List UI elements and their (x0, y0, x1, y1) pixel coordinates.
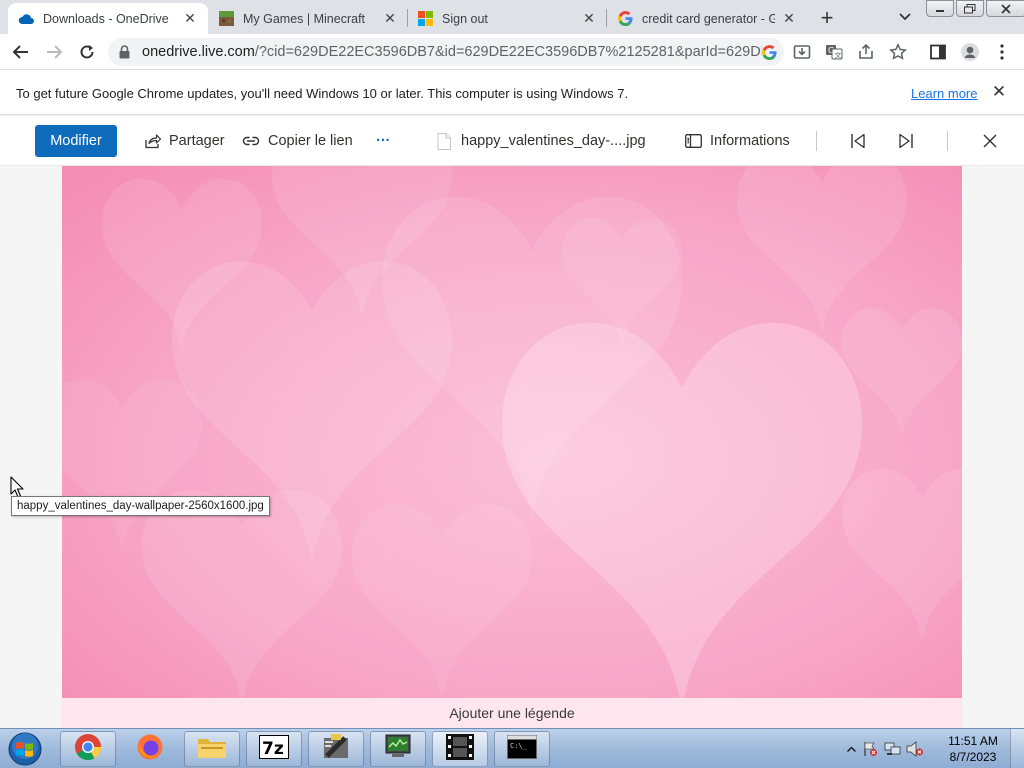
tab-strip: Downloads - OneDrive ✕ My Games | Minecr… (0, 0, 1024, 34)
infobar-message: To get future Google Chrome updates, you… (16, 86, 629, 101)
close-viewer-icon[interactable] (980, 131, 1000, 151)
google-lens-g-icon[interactable] (760, 43, 778, 61)
learn-more-link[interactable]: Learn more (911, 86, 977, 101)
side-panel-icon[interactable] (928, 42, 948, 62)
monitor-app-icon (382, 733, 414, 766)
tool-app-icon (321, 732, 351, 767)
tab-search-chevron-icon[interactable] (894, 6, 916, 28)
url-path: /?cid=629DE22EC3596DB7&id=629DE22EC3596D… (254, 44, 762, 60)
new-tab-button[interactable]: + (814, 5, 840, 30)
windows-taskbar: 7z C:\_ 11:51 AM 8/7/2023 (0, 728, 1024, 768)
video-app-icon (445, 733, 475, 766)
previous-item-icon[interactable] (848, 131, 868, 151)
minecraft-icon (218, 11, 234, 27)
share-label: Partager (169, 133, 225, 149)
tab-onedrive[interactable]: Downloads - OneDrive ✕ (8, 3, 208, 34)
cmd-icon: C:\_ (507, 734, 537, 764)
taskbar-clock[interactable]: 11:51 AM 8/7/2023 (940, 733, 1006, 765)
tab-label: Downloads - OneDrive (43, 11, 169, 26)
tab-close-icon[interactable]: ✕ (781, 10, 797, 27)
edit-button[interactable]: Modifier (35, 125, 117, 157)
copy-link-button[interactable]: Copier le lien (242, 131, 353, 151)
profile-avatar-icon[interactable] (960, 42, 980, 62)
update-infobar: To get future Google Chrome updates, you… (0, 71, 1024, 115)
tab-close-icon[interactable]: ✕ (581, 10, 597, 27)
taskbar-file-explorer[interactable] (184, 731, 240, 767)
svg-text:文: 文 (835, 51, 842, 60)
taskbar-cmd[interactable]: C:\_ (494, 731, 550, 767)
tab-label: My Games | Minecraft (243, 11, 366, 26)
reload-button[interactable] (75, 40, 99, 64)
7zip-icon: 7z (259, 734, 289, 764)
screen: Downloads - OneDrive ✕ My Games | Minecr… (0, 0, 1024, 768)
divider (947, 131, 948, 151)
onedrive-cloud-icon (18, 11, 34, 27)
more-options-button[interactable]: ··· (376, 131, 391, 151)
network-icon[interactable] (882, 741, 904, 757)
taskbar-firefox[interactable] (122, 731, 178, 767)
image-file-icon (435, 132, 453, 150)
info-button[interactable]: Informations (684, 131, 790, 151)
tab-minecraft[interactable]: My Games | Minecraft ✕ (208, 3, 408, 34)
taskbar-tool-app[interactable] (308, 731, 364, 767)
info-panel-icon (684, 132, 702, 150)
divider (816, 131, 817, 151)
share-icon[interactable] (856, 42, 876, 62)
clock-date: 8/7/2023 (949, 750, 997, 764)
tab-label: credit card generator - Go (642, 11, 775, 26)
action-center-flag-icon[interactable] (858, 741, 882, 757)
taskbar-chrome[interactable] (60, 731, 116, 767)
svg-text:C:\_: C:\_ (510, 742, 528, 750)
taskbar-7zip[interactable]: 7z (246, 731, 302, 767)
add-caption-field[interactable]: Ajouter une légende (62, 698, 962, 728)
chrome-menu-kebab-icon[interactable] (992, 42, 1012, 62)
url-text[interactable]: onedrive.live.com/?cid=629DE22EC3596DB7&… (142, 44, 762, 60)
microsoft-logo-icon (417, 11, 433, 27)
browser-toolbar: onedrive.live.com/?cid=629DE22EC3596DB7&… (0, 34, 1024, 70)
url-host: onedrive.live.com (142, 44, 255, 60)
back-button[interactable] (9, 40, 33, 64)
infobar-close-icon[interactable]: ✕ (990, 82, 1008, 101)
valentine-photo (62, 166, 962, 698)
file-name-label: happy_valentines_day-....jpg (461, 133, 646, 149)
lock-icon[interactable] (119, 45, 130, 64)
copy-link-label: Copier le lien (268, 133, 353, 149)
show-desktop-button[interactable] (1010, 729, 1024, 768)
tab-close-icon[interactable]: ✕ (182, 10, 198, 27)
start-button[interactable] (4, 730, 46, 768)
firefox-icon (136, 733, 164, 766)
install-download-icon[interactable] (792, 42, 812, 62)
show-hidden-icons-icon[interactable] (844, 746, 858, 752)
file-explorer-icon (197, 734, 227, 765)
clock-time: 11:51 AM (948, 734, 998, 748)
info-label: Informations (710, 133, 790, 149)
address-bar[interactable]: onedrive.live.com/?cid=629DE22EC3596DB7&… (108, 38, 784, 66)
svg-text:7z: 7z (262, 739, 284, 759)
tab-google-search[interactable]: credit card generator - Go ✕ (607, 3, 807, 34)
translate-icon[interactable]: G文 (824, 42, 844, 62)
minimize-button[interactable] (926, 0, 954, 17)
tab-sign-out[interactable]: Sign out ✕ (407, 3, 607, 34)
taskbar-video-app[interactable] (432, 731, 488, 767)
restore-button[interactable] (956, 0, 984, 17)
forward-button[interactable] (42, 40, 66, 64)
share-button[interactable]: Partager (143, 131, 225, 151)
volume-muted-icon[interactable] (904, 741, 926, 757)
viewer-command-bar: Modifier Partager Copier le lien ··· hap… (0, 116, 1024, 166)
file-name-tooltip: happy_valentines_day-wallpaper-2560x1600… (11, 496, 270, 516)
share-icon (143, 132, 161, 150)
close-window-button[interactable] (986, 0, 1024, 17)
system-tray (844, 729, 926, 768)
bookmark-star-icon[interactable] (888, 42, 908, 62)
window-controls (926, 0, 1024, 18)
tab-label: Sign out (442, 11, 488, 26)
google-g-icon (617, 11, 633, 27)
tab-close-icon[interactable]: ✕ (382, 10, 398, 27)
next-item-icon[interactable] (896, 131, 916, 151)
chrome-icon (74, 733, 102, 766)
file-name: happy_valentines_day-....jpg (435, 131, 646, 151)
taskbar-monitor-app[interactable] (370, 731, 426, 767)
photo-viewer: Modifier Partager Copier le lien ··· hap… (0, 116, 1024, 728)
link-icon (242, 132, 260, 150)
